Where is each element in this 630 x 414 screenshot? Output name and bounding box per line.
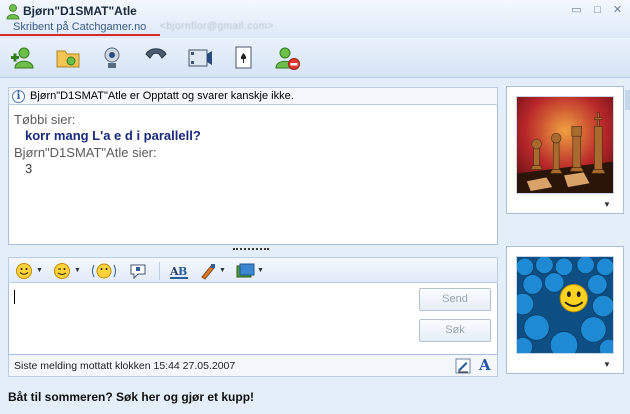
message-sender: Tøbbi sier:	[14, 112, 76, 127]
buddy-status-icon	[6, 4, 20, 20]
send-button[interactable]: Send	[419, 288, 491, 311]
svg-text:B: B	[178, 265, 187, 278]
status-notice-text: Bjørn"D1SMAT"Atle er Opptatt og svarer k…	[30, 90, 294, 102]
chevron-down-icon[interactable]: ▼	[603, 360, 611, 369]
chevron-down-icon[interactable]: ▼	[36, 267, 43, 274]
text-mode-icon[interactable]: A	[479, 356, 491, 374]
invite-contact-icon[interactable]	[10, 45, 38, 71]
last-message-text: Siste melding mottatt klokken 15:44 27.0…	[14, 360, 236, 372]
games-icon[interactable]	[230, 45, 258, 71]
text-cursor	[14, 290, 15, 304]
chevron-down-icon[interactable]: ▼	[219, 267, 226, 274]
contact-name: Bjørn"D1SMAT"Atle	[23, 4, 137, 18]
toolbar-separator	[159, 262, 160, 280]
advertisement-link[interactable]: Båt til sommeren? Søk her og gjør et kup…	[8, 390, 254, 404]
wink-icon[interactable]	[53, 262, 71, 280]
message-text: 3	[25, 161, 33, 176]
sidebar-collapse-handle[interactable]	[625, 90, 630, 110]
chevron-down-icon[interactable]: ▼	[74, 267, 81, 274]
search-button[interactable]: Søk	[419, 319, 491, 342]
pane-splitter-handle[interactable]	[233, 248, 269, 251]
handwriting-pen-icon[interactable]	[455, 358, 471, 374]
chevron-down-icon[interactable]: ▼	[257, 267, 264, 274]
title-bar: Bjørn"D1SMAT"Atle Skribent på Catchgamer…	[0, 0, 630, 38]
minimize-icon[interactable]: ▭	[569, 4, 584, 17]
webcam-icon[interactable]	[98, 45, 126, 71]
toolbar	[0, 38, 630, 78]
contact-display-picture-frame: ▼	[506, 86, 624, 214]
maximize-icon[interactable]: □	[590, 4, 605, 17]
voice-clip-icon[interactable]	[129, 262, 147, 280]
contact-email: <bjornflor@gmail.com>	[160, 21, 275, 32]
nudge-icon[interactable]	[91, 262, 117, 280]
contact-display-picture[interactable]	[516, 96, 614, 194]
font-icon[interactable]: A B	[169, 262, 189, 280]
send-files-icon[interactable]	[54, 45, 82, 71]
personal-message: Skribent på Catchgamer.no	[13, 21, 147, 33]
block-contact-icon[interactable]	[274, 45, 302, 71]
message-sender: Bjørn"D1SMAT"Atle sier:	[14, 145, 157, 160]
message-input[interactable]: Send Søk	[8, 283, 498, 355]
info-icon: i	[12, 90, 25, 103]
contact-status-notice: i Bjørn"D1SMAT"Atle er Opptatt og svarer…	[8, 87, 498, 105]
handwriting-brush-icon[interactable]	[199, 262, 217, 280]
last-message-status: Siste melding mottatt klokken 15:44 27.0…	[8, 355, 498, 377]
background-icon[interactable]	[235, 262, 255, 280]
call-phone-icon[interactable]	[142, 45, 170, 71]
message-text: korr mang L'a e d i parallell?	[25, 128, 201, 143]
my-display-picture[interactable]	[516, 256, 614, 354]
chevron-down-icon[interactable]: ▼	[603, 200, 611, 209]
formatting-toolbar: ▼ ▼ A B ▼ ▼	[8, 257, 498, 283]
video-activities-icon[interactable]	[186, 45, 214, 71]
my-display-picture-frame: ▼	[506, 246, 624, 374]
close-icon[interactable]: ✕	[610, 4, 625, 17]
status-underline	[0, 34, 160, 36]
emoticon-icon[interactable]	[15, 262, 33, 280]
conversation-history[interactable]: Tøbbi sier: korr mang L'a e d i parallel…	[8, 105, 498, 245]
